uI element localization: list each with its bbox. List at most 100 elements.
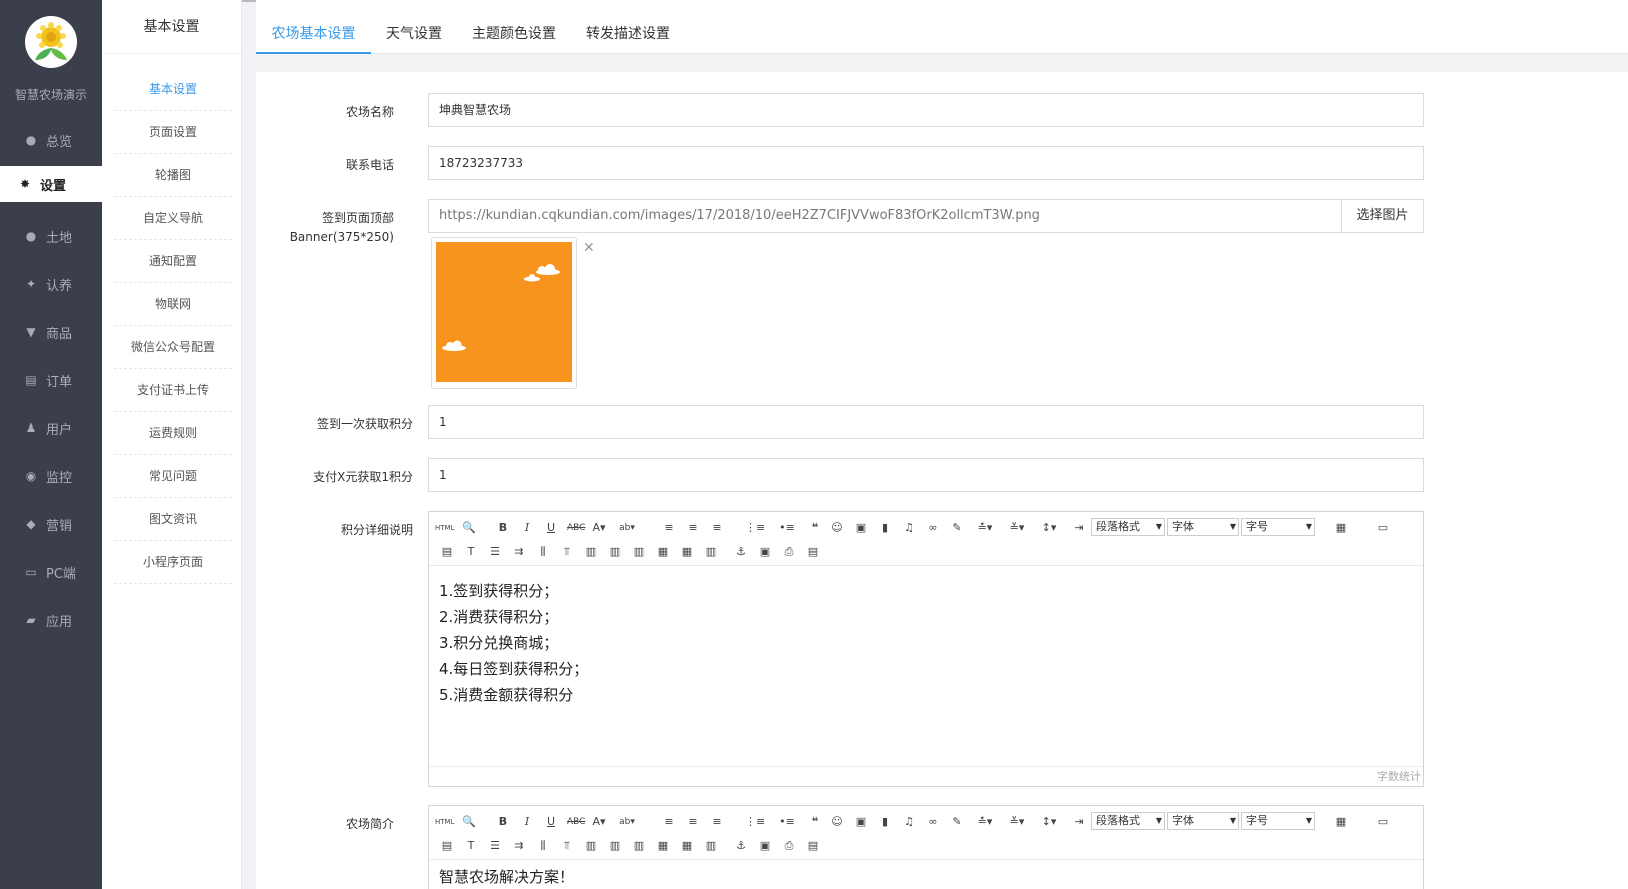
split-cells-icon[interactable]: ▦: [655, 544, 671, 560]
paragraph-format-select[interactable]: 段落格式 ▼: [1091, 812, 1165, 830]
music-icon[interactable]: ♫: [901, 520, 917, 536]
sub-item-notify[interactable]: 通知配置: [114, 240, 232, 283]
video-icon[interactable]: ▮: [877, 520, 893, 536]
line-height-icon[interactable]: ≛▾: [977, 520, 993, 536]
tab-theme-color[interactable]: 主题颜色设置: [464, 15, 564, 54]
font-size-select[interactable]: 字号 ▼: [1241, 812, 1315, 830]
split-cells-icon[interactable]: ▦: [655, 838, 671, 854]
sub-item-page[interactable]: 页面设置: [114, 111, 232, 154]
logo[interactable]: [25, 16, 77, 68]
sign-points-input[interactable]: 1: [428, 405, 1424, 439]
nav-item-goods[interactable]: ▼ 商品: [0, 314, 102, 350]
align-left-icon[interactable]: ≡: [661, 814, 677, 830]
delete-col-icon[interactable]: ⫼: [535, 838, 551, 854]
nav-item-overview[interactable]: ● 总览: [0, 122, 102, 158]
merge-down-icon[interactable]: ▥: [631, 544, 647, 560]
font-color-icon[interactable]: A▾: [591, 814, 607, 830]
sub-item-pay-cert[interactable]: 支付证书上传: [114, 369, 232, 412]
split-icon[interactable]: ⫪: [559, 544, 575, 560]
eraser-icon[interactable]: ✎: [949, 520, 965, 536]
emoji-icon[interactable]: ☺: [829, 814, 845, 830]
sub-item-faq[interactable]: 常见问题: [114, 455, 232, 498]
phone-input[interactable]: 18723237733: [428, 146, 1424, 180]
sub-item-articles[interactable]: 图文资讯: [114, 498, 232, 541]
table-icon[interactable]: ▦: [1333, 814, 1349, 830]
split-cols-icon[interactable]: ▥: [703, 838, 719, 854]
image-icon[interactable]: ▣: [853, 814, 869, 830]
align-left-icon[interactable]: ≡: [661, 520, 677, 536]
zoom-icon[interactable]: 🔍: [461, 814, 477, 830]
align-center-icon[interactable]: ≡: [685, 814, 701, 830]
link-icon[interactable]: ∞: [925, 520, 941, 536]
image-icon[interactable]: ▣: [853, 520, 869, 536]
underline-icon[interactable]: U: [543, 520, 559, 536]
sub-item-basic[interactable]: 基本设置: [114, 68, 232, 111]
align-center-icon[interactable]: ≡: [685, 520, 701, 536]
preview-icon[interactable]: ▭: [1375, 520, 1391, 536]
line-height-icon[interactable]: ≛▾: [977, 814, 993, 830]
paragraph-format-select[interactable]: 段落格式 ▼: [1091, 518, 1165, 536]
insert-table-icon[interactable]: ▤: [439, 544, 455, 560]
music-icon[interactable]: ♫: [901, 814, 917, 830]
insert-col-icon[interactable]: ⇉: [511, 838, 527, 854]
row-spacing-icon[interactable]: ↕▾: [1041, 520, 1057, 536]
nav-item-pc[interactable]: ▭ PC端: [0, 554, 102, 590]
split-rows-icon[interactable]: ▦: [679, 544, 695, 560]
split-cols-icon[interactable]: ▥: [703, 544, 719, 560]
ordered-list-icon[interactable]: ⋮≡: [745, 814, 765, 830]
html-source-icon[interactable]: HTML: [435, 520, 454, 536]
align-right-icon[interactable]: ≡: [709, 814, 725, 830]
align-right-icon[interactable]: ≡: [709, 520, 725, 536]
font-family-select[interactable]: 字体 ▼: [1167, 812, 1239, 830]
html-source-icon[interactable]: HTML: [435, 814, 454, 830]
paragraph-spacing-icon[interactable]: ≚▾: [1009, 814, 1025, 830]
spellcheck-icon[interactable]: ab▾: [619, 520, 635, 536]
font-family-select[interactable]: 字体 ▼: [1167, 518, 1239, 536]
paste-icon[interactable]: ▤: [805, 544, 821, 560]
paragraph-spacing-icon[interactable]: ≚▾: [1009, 520, 1025, 536]
merge-right-icon[interactable]: ▥: [607, 544, 623, 560]
farm-name-input[interactable]: 坤典智慧农场: [428, 93, 1424, 127]
print-icon[interactable]: ⎙: [781, 838, 797, 854]
split-rows-icon[interactable]: ▦: [679, 838, 695, 854]
row-spacing-icon[interactable]: ↕▾: [1041, 814, 1057, 830]
preview-icon[interactable]: ▭: [1375, 814, 1391, 830]
table-icon[interactable]: ▦: [1333, 520, 1349, 536]
merge-cells-icon[interactable]: ▥: [583, 544, 599, 560]
link-icon[interactable]: ∞: [925, 814, 941, 830]
insert-row-icon[interactable]: ☰: [487, 838, 503, 854]
ordered-list-icon[interactable]: ⋮≡: [745, 520, 765, 536]
video-icon[interactable]: ▮: [877, 814, 893, 830]
bold-icon[interactable]: B: [495, 520, 511, 536]
anchor-icon[interactable]: ⚓: [733, 838, 749, 854]
merge-right-icon[interactable]: ▥: [607, 838, 623, 854]
spellcheck-icon[interactable]: ab▾: [619, 814, 635, 830]
nav-item-settings[interactable]: ✸ 设置: [0, 166, 102, 202]
nav-item-orders[interactable]: ▤ 订单: [0, 362, 102, 398]
tab-weather[interactable]: 天气设置: [378, 15, 450, 54]
nav-item-adopt[interactable]: ✦ 认养: [0, 266, 102, 302]
font-size-select[interactable]: 字号 ▼: [1241, 518, 1315, 536]
underline-icon[interactable]: U: [543, 814, 559, 830]
nav-item-apps[interactable]: ▰ 应用: [0, 602, 102, 638]
tab-share-desc[interactable]: 转发描述设置: [578, 15, 678, 54]
blockquote-icon[interactable]: ❝: [807, 520, 823, 536]
select-image-button[interactable]: 选择图片: [1341, 199, 1424, 233]
sub-item-freight[interactable]: 运费规则: [114, 412, 232, 455]
zoom-icon[interactable]: 🔍: [461, 520, 477, 536]
sub-item-iot[interactable]: 物联网: [114, 283, 232, 326]
strikethrough-icon[interactable]: ABC: [567, 520, 585, 536]
sub-item-custom-nav[interactable]: 自定义导航: [114, 197, 232, 240]
blockquote-icon[interactable]: ❝: [807, 814, 823, 830]
table-title-icon[interactable]: T: [463, 838, 479, 854]
sub-item-wechat[interactable]: 微信公众号配置: [114, 326, 232, 369]
paste-icon[interactable]: ▤: [805, 838, 821, 854]
strikethrough-icon[interactable]: ABC: [567, 814, 585, 830]
split-icon[interactable]: ⫪: [559, 838, 575, 854]
editor-content[interactable]: 1.签到获得积分； 2.消费获得积分； 3.积分兑换商城； 4.每日签到获得积分…: [439, 578, 588, 708]
italic-icon[interactable]: I: [519, 520, 535, 536]
nav-item-monitor[interactable]: ◉ 监控: [0, 458, 102, 494]
emoji-icon[interactable]: ☺: [829, 520, 845, 536]
table-title-icon[interactable]: T: [463, 544, 479, 560]
unordered-list-icon[interactable]: •≡: [779, 814, 795, 830]
